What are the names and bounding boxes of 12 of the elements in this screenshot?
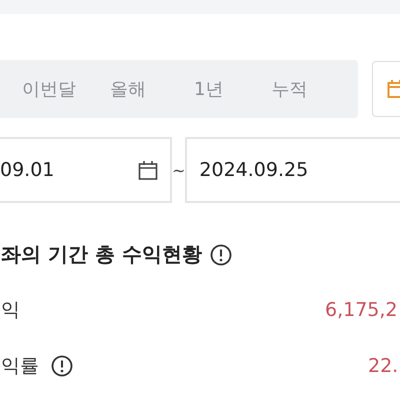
row-value: 22. [368, 355, 400, 377]
section-title: 좌의 기간 총 수익현황 [1, 241, 202, 268]
row-label: 익률 [1, 354, 39, 379]
row-label: 익 [1, 298, 20, 323]
period-tab[interactable]: 누적 [271, 71, 308, 107]
period-tab[interactable]: 이번달 [22, 71, 76, 107]
period-tab[interactable]: 올해 [110, 71, 146, 107]
row-value: 6,175,2 [325, 299, 399, 321]
start-date-field[interactable]: 09.01 [0, 137, 172, 203]
range-separator: ~ [172, 160, 186, 180]
end-date-field[interactable]: 2024.09.25 [185, 137, 400, 203]
period-tab[interactable]: 1년 [194, 71, 224, 107]
